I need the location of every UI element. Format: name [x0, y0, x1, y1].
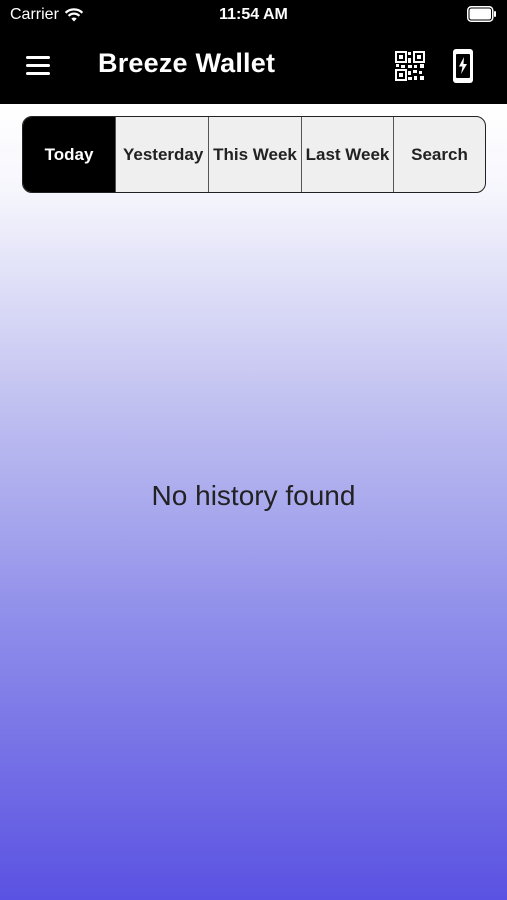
clock: 11:54 AM: [219, 6, 288, 23]
battery-icon: [467, 6, 496, 22]
hamburger-menu-icon: [26, 56, 50, 59]
top-bar: Carrier 11:54 AM Breeze Wallet: [0, 0, 507, 104]
empty-history-message: No history found: [151, 480, 356, 511]
app-bar: Breeze Wallet: [0, 40, 507, 96]
tab-search[interactable]: Search: [394, 117, 485, 192]
status-bar: Carrier 11:54 AM: [0, 0, 507, 32]
menu-button[interactable]: [22, 54, 54, 78]
tab-yesterday[interactable]: Yesterday: [116, 117, 209, 192]
tab-this-week[interactable]: This Week: [209, 117, 302, 192]
history-filter-tabs: Today Yesterday This Week Last Week Sear…: [22, 116, 486, 193]
tab-last-week[interactable]: Last Week: [302, 117, 394, 192]
qr-code-icon[interactable]: [394, 50, 426, 82]
app-title: Breeze Wallet: [98, 48, 276, 78]
phone-charge-icon[interactable]: [448, 48, 478, 84]
tab-today[interactable]: Today: [23, 117, 116, 192]
